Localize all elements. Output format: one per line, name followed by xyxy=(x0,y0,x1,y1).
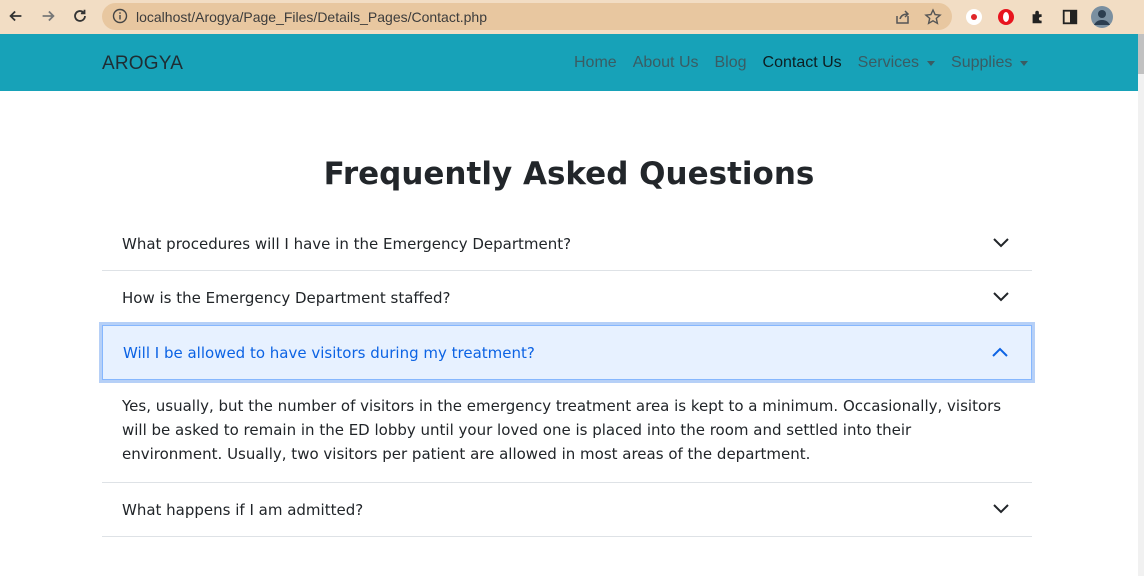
info-icon[interactable] xyxy=(112,8,128,24)
nav-link-supplies[interactable]: Supplies xyxy=(951,54,1029,72)
back-arrow-icon[interactable] xyxy=(6,6,26,26)
page-scrollbar[interactable] xyxy=(1138,34,1144,576)
nav-link-blog[interactable]: Blog xyxy=(715,54,747,72)
faq-question-text: Will I be allowed to have visitors durin… xyxy=(123,343,535,362)
share-icon[interactable] xyxy=(894,8,912,26)
nav-link-label: Home xyxy=(574,54,617,71)
star-icon[interactable] xyxy=(924,8,942,26)
faq-item: Will I be allowed to have visitors durin… xyxy=(102,325,1032,483)
puzzle-extension-icon[interactable] xyxy=(1028,7,1048,27)
scrollbar-thumb[interactable] xyxy=(1138,34,1144,74)
chevron-down-icon xyxy=(992,288,1010,306)
nav-link-home[interactable]: Home xyxy=(574,54,617,72)
profile-avatar[interactable] xyxy=(1090,5,1114,29)
nav-link-label: About Us xyxy=(632,54,699,71)
faq-question-text: How is the Emergency Department staffed? xyxy=(122,288,451,307)
nav-link-contact-us[interactable]: Contact Us xyxy=(763,54,842,72)
chevron-down-icon xyxy=(992,500,1010,518)
faq-question-button[interactable]: What procedures will I have in the Emerg… xyxy=(102,217,1032,270)
nav-link-label: Contact Us xyxy=(762,54,842,71)
sidebar-icon[interactable] xyxy=(1060,7,1080,27)
chevron-up-icon xyxy=(991,343,1009,361)
nav-link-label: Services xyxy=(857,54,920,71)
faq-question-button[interactable]: How is the Emergency Department staffed? xyxy=(102,271,1032,324)
opera-extension-icon[interactable] xyxy=(996,7,1016,27)
caret-down-icon xyxy=(1020,61,1029,66)
page-title: Frequently Asked Questions xyxy=(323,156,815,192)
brand-logo[interactable]: AROGYA xyxy=(102,53,183,75)
forward-arrow-icon[interactable] xyxy=(38,6,58,26)
faq-item: What procedures will I have in the Emerg… xyxy=(102,217,1032,271)
faq-answer-text: Yes, usually, but the number of visitors… xyxy=(122,397,1002,463)
nav-link-label: Blog xyxy=(714,54,747,71)
faq-question-button[interactable]: Will I be allowed to have visitors durin… xyxy=(102,325,1032,380)
caret-down-icon xyxy=(927,61,936,66)
address-bar[interactable]: localhost/Arogya/Page_Files/Details_Page… xyxy=(102,3,952,30)
record-extension-icon[interactable] xyxy=(964,7,984,27)
nav-link-services[interactable]: Services xyxy=(857,54,936,72)
faq-accordion: What procedures will I have in the Emerg… xyxy=(102,217,1032,537)
nav-link-about-us[interactable]: About Us xyxy=(633,54,699,72)
nav-links: Home About Us Blog Contact Us Services Suppli… xyxy=(574,54,1044,72)
reload-icon[interactable] xyxy=(70,6,90,26)
url-text: localhost/Arogya/Page_Files/Details_Page… xyxy=(136,9,487,25)
nav-link-label: Supplies xyxy=(951,54,1013,71)
faq-item: What happens if I am admitted? xyxy=(102,483,1032,537)
browser-toolbar: localhost/Arogya/Page_Files/Details_Page… xyxy=(0,0,1144,34)
faq-question-text: What happens if I am admitted? xyxy=(122,500,364,519)
site-navbar: AROGYA Home About Us Blog Contact Us Service… xyxy=(0,34,1138,91)
faq-question-text: What procedures will I have in the Emerg… xyxy=(122,234,572,253)
chevron-down-icon xyxy=(992,234,1010,252)
faq-question-button[interactable]: What happens if I am admitted? xyxy=(102,483,1032,536)
faq-item: How is the Emergency Department staffed? xyxy=(102,271,1032,325)
